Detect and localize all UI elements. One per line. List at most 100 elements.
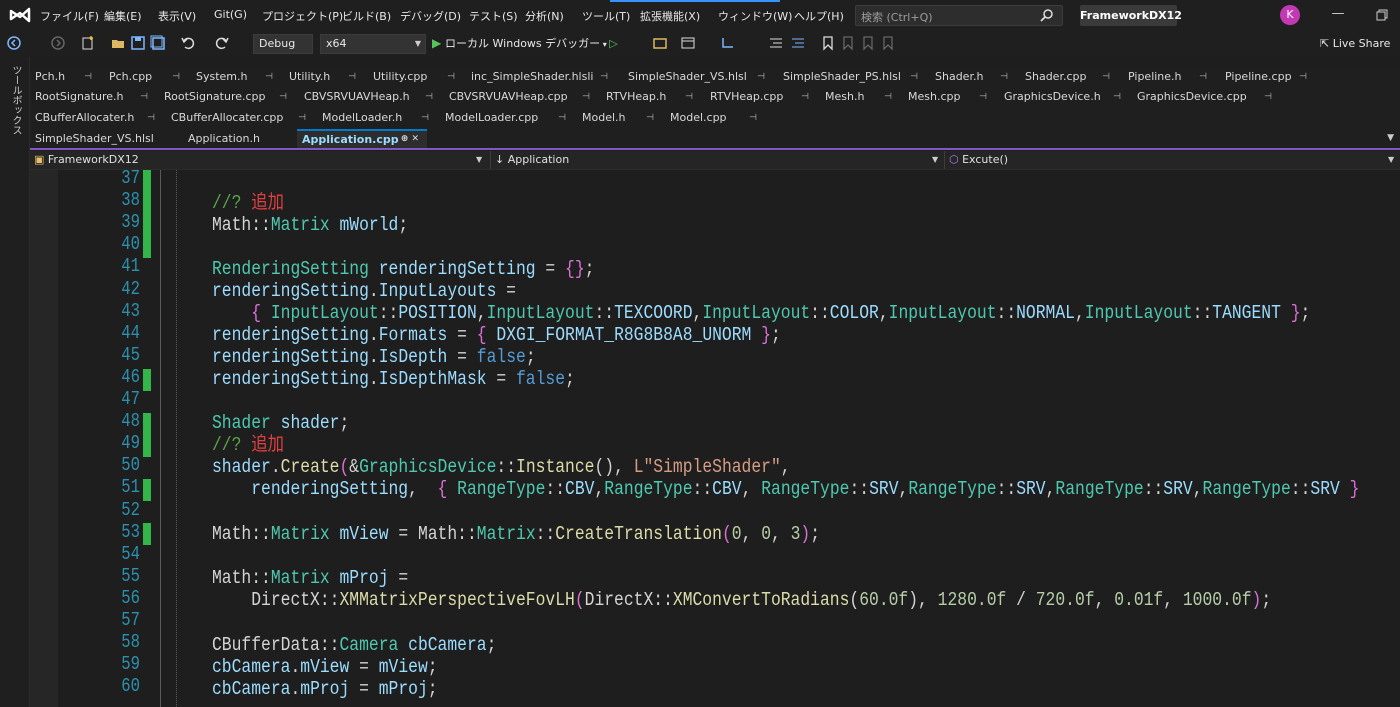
tab-application-h[interactable]: Application.h bbox=[183, 129, 295, 149]
pin-close-icons[interactable]: ⊕ ✕ bbox=[401, 131, 419, 148]
tab-mesh-cpp[interactable]: Mesh.cpp ⊣ bbox=[903, 87, 995, 107]
menu-file[interactable]: ファイル(F) bbox=[40, 8, 99, 24]
pin-icon[interactable]: ⊣ bbox=[749, 108, 757, 128]
tab-application-cpp[interactable]: Application.cpp ⊕ ✕ bbox=[297, 129, 427, 149]
tab-pipeline-cpp[interactable]: Pipeline.cpp ⊣ bbox=[1220, 67, 1315, 87]
redo-icon[interactable] bbox=[214, 35, 230, 51]
pin-icon[interactable]: ⊣ bbox=[979, 87, 987, 107]
tab-graphicsdevice-cpp[interactable]: GraphicsDevice.cpp ⊣ bbox=[1132, 87, 1280, 107]
minimize-icon[interactable]: — bbox=[1328, 6, 1348, 24]
start-without-debugging-icon[interactable]: ▷ bbox=[609, 37, 617, 50]
tab-pch-cpp[interactable]: Pch.cpp ⊣ bbox=[104, 67, 188, 87]
project-icon[interactable] bbox=[652, 35, 668, 51]
tab-rootsignature-cpp[interactable]: RootSignature.cpp ⊣ bbox=[159, 87, 295, 107]
pin-icon[interactable]: ⊣ bbox=[1264, 87, 1272, 107]
pin-icon[interactable]: ⊣ bbox=[801, 87, 809, 107]
previous-bookmark-icon[interactable] bbox=[840, 35, 856, 51]
menu-debug[interactable]: デバッグ(D) bbox=[400, 8, 461, 24]
tab-simpleshader-vs-hlsl[interactable]: SimpleShader_VS.hlsl bbox=[30, 129, 180, 149]
menu-git[interactable]: Git(G) bbox=[214, 8, 247, 21]
tab-simpleshader-vs-hlsl[interactable]: SimpleShader_VS.hlsl ⊣ bbox=[623, 67, 773, 87]
pin-icon[interactable]: ⊣ bbox=[265, 67, 273, 87]
tab-cbufferallocater-h[interactable]: CBufferAllocater.h ⊣ bbox=[30, 108, 163, 128]
tab-simpleshader-ps-hlsl[interactable]: SimpleShader_PS.hlsl ⊣ bbox=[778, 67, 926, 87]
tab-cbvsrvuavheap-cpp[interactable]: CBVSRVUAVHeap.cpp ⊣ bbox=[444, 87, 598, 107]
tab-rootsignature-h[interactable]: RootSignature.h ⊣ bbox=[30, 87, 156, 107]
tab-utility-h[interactable]: Utility.h ⊣ bbox=[284, 67, 364, 87]
pin-icon[interactable]: ⊣ bbox=[1199, 67, 1207, 87]
tab-cbvsrvuavheap-h[interactable]: CBVSRVUAVHeap.h ⊣ bbox=[299, 87, 441, 107]
save-icon[interactable] bbox=[130, 35, 146, 51]
window-layout-icon[interactable] bbox=[680, 35, 696, 51]
save-all-icon[interactable] bbox=[150, 35, 166, 51]
tab-pipeline-h[interactable]: Pipeline.h ⊣ bbox=[1123, 67, 1215, 87]
tab-modelloader-h[interactable]: ModelLoader.h ⊣ bbox=[317, 108, 437, 128]
menu-project[interactable]: プロジェクト(P) bbox=[262, 8, 343, 24]
pin-icon[interactable]: ⊣ bbox=[279, 87, 287, 107]
start-debugging-button[interactable]: ▶ ローカル Windows デバッガー ▾ ▷ bbox=[432, 35, 618, 53]
undo-icon[interactable] bbox=[180, 35, 196, 51]
pin-icon[interactable]: ⊣ bbox=[447, 67, 455, 87]
menu-edit[interactable]: 編集(E) bbox=[104, 8, 142, 24]
pin-icon[interactable]: ⊣ bbox=[600, 67, 608, 87]
member-dropdown[interactable]: ⬡ Excute() bbox=[944, 151, 1394, 169]
clear-bookmarks-icon[interactable] bbox=[880, 35, 896, 51]
tab-graphicsdevice-h[interactable]: GraphicsDevice.h ⊣ bbox=[999, 87, 1129, 107]
tab-modelloader-cpp[interactable]: ModelLoader.cpp ⊣ bbox=[440, 108, 574, 128]
comment-lines-icon[interactable] bbox=[768, 35, 784, 51]
pin-icon[interactable]: ⊣ bbox=[1299, 67, 1307, 87]
pin-icon[interactable]: ⊣ bbox=[140, 87, 148, 107]
uncomment-lines-icon[interactable] bbox=[790, 35, 806, 51]
menu-help[interactable]: ヘルプ(H) bbox=[794, 8, 844, 24]
pin-icon[interactable]: ⊣ bbox=[84, 67, 92, 87]
pin-icon[interactable]: ⊣ bbox=[421, 108, 429, 128]
menu-window[interactable]: ウィンドウ(W) bbox=[718, 8, 792, 24]
menu-tools[interactable]: ツール(T) bbox=[582, 8, 630, 24]
tab-pch-h[interactable]: Pch.h ⊣ bbox=[30, 67, 100, 87]
navigate-back-icon[interactable] bbox=[6, 35, 22, 51]
pin-icon[interactable]: ⊣ bbox=[757, 67, 765, 87]
type-scope-dropdown[interactable]: ↓ Application bbox=[490, 151, 940, 169]
live-share-button[interactable]: ⇱ Live Share bbox=[1320, 37, 1390, 50]
open-file-icon[interactable] bbox=[110, 35, 126, 51]
tab-shader-h[interactable]: Shader.h ⊣ bbox=[930, 67, 1016, 87]
tab-rtvheap-h[interactable]: RTVHeap.h ⊣ bbox=[601, 87, 701, 107]
menu-view[interactable]: 表示(V) bbox=[158, 8, 196, 24]
next-bookmark-icon[interactable] bbox=[860, 35, 876, 51]
tab-mesh-h[interactable]: Mesh.h ⊣ bbox=[820, 87, 900, 107]
navigate-forward-icon[interactable] bbox=[50, 35, 66, 51]
pin-icon[interactable]: ⊣ bbox=[558, 108, 566, 128]
pin-icon[interactable]: ⊣ bbox=[298, 108, 306, 128]
tab-overflow-dropdown-icon[interactable]: ▼ bbox=[1387, 133, 1394, 143]
pin-icon[interactable]: ⊣ bbox=[1113, 87, 1121, 107]
menu-analyze[interactable]: 分析(N) bbox=[525, 8, 564, 24]
tab-inc-simpleshader-hlsli[interactable]: inc_SimpleShader.hlsli ⊣ bbox=[466, 67, 616, 87]
menu-test[interactable]: テスト(S) bbox=[469, 8, 518, 24]
pin-icon[interactable]: ⊣ bbox=[425, 87, 433, 107]
pin-icon[interactable]: ⊣ bbox=[685, 87, 693, 107]
configuration-dropdown[interactable]: Debug bbox=[253, 34, 313, 54]
pin-icon[interactable]: ⊣ bbox=[172, 67, 180, 87]
step-icon[interactable] bbox=[720, 35, 736, 51]
pin-icon[interactable]: ⊣ bbox=[884, 87, 892, 107]
menu-extensions[interactable]: 拡張機能(X) bbox=[640, 8, 700, 24]
search-input[interactable]: 検索 (Ctrl+Q) bbox=[855, 5, 1063, 26]
tab-model-cpp[interactable]: Model.cpp ⊣ bbox=[665, 108, 765, 128]
tab-cbufferallocater-cpp[interactable]: CBufferAllocater.cpp ⊣ bbox=[166, 108, 314, 128]
pin-icon[interactable]: ⊣ bbox=[1000, 67, 1008, 87]
new-project-icon[interactable] bbox=[80, 35, 96, 51]
menu-build[interactable]: ビルド(B) bbox=[342, 8, 391, 24]
tab-shader-cpp[interactable]: Shader.cpp ⊣ bbox=[1020, 67, 1118, 87]
pin-icon[interactable]: ⊣ bbox=[910, 67, 918, 87]
bookmark-icon[interactable] bbox=[820, 35, 836, 51]
pin-icon[interactable]: ⊣ bbox=[582, 87, 590, 107]
tab-utility-cpp[interactable]: Utility.cpp ⊣ bbox=[368, 67, 463, 87]
tab-model-h[interactable]: Model.h ⊣ bbox=[577, 108, 662, 128]
code-editor[interactable]: 37 38 39 40 41 42 43 44 45 46 47 48 49 50 51 52 53 54 55 56… bbox=[30, 167, 1400, 707]
tab-rtvheap-cpp[interactable]: RTVHeap.cpp ⊣ bbox=[705, 87, 817, 107]
visual-studio-logo-icon[interactable] bbox=[9, 7, 31, 23]
pin-icon[interactable]: ⊣ bbox=[1102, 67, 1110, 87]
restore-window-icon[interactable] bbox=[1372, 6, 1392, 24]
pin-icon[interactable]: ⊣ bbox=[646, 108, 654, 128]
account-avatar[interactable]: K bbox=[1280, 5, 1300, 25]
